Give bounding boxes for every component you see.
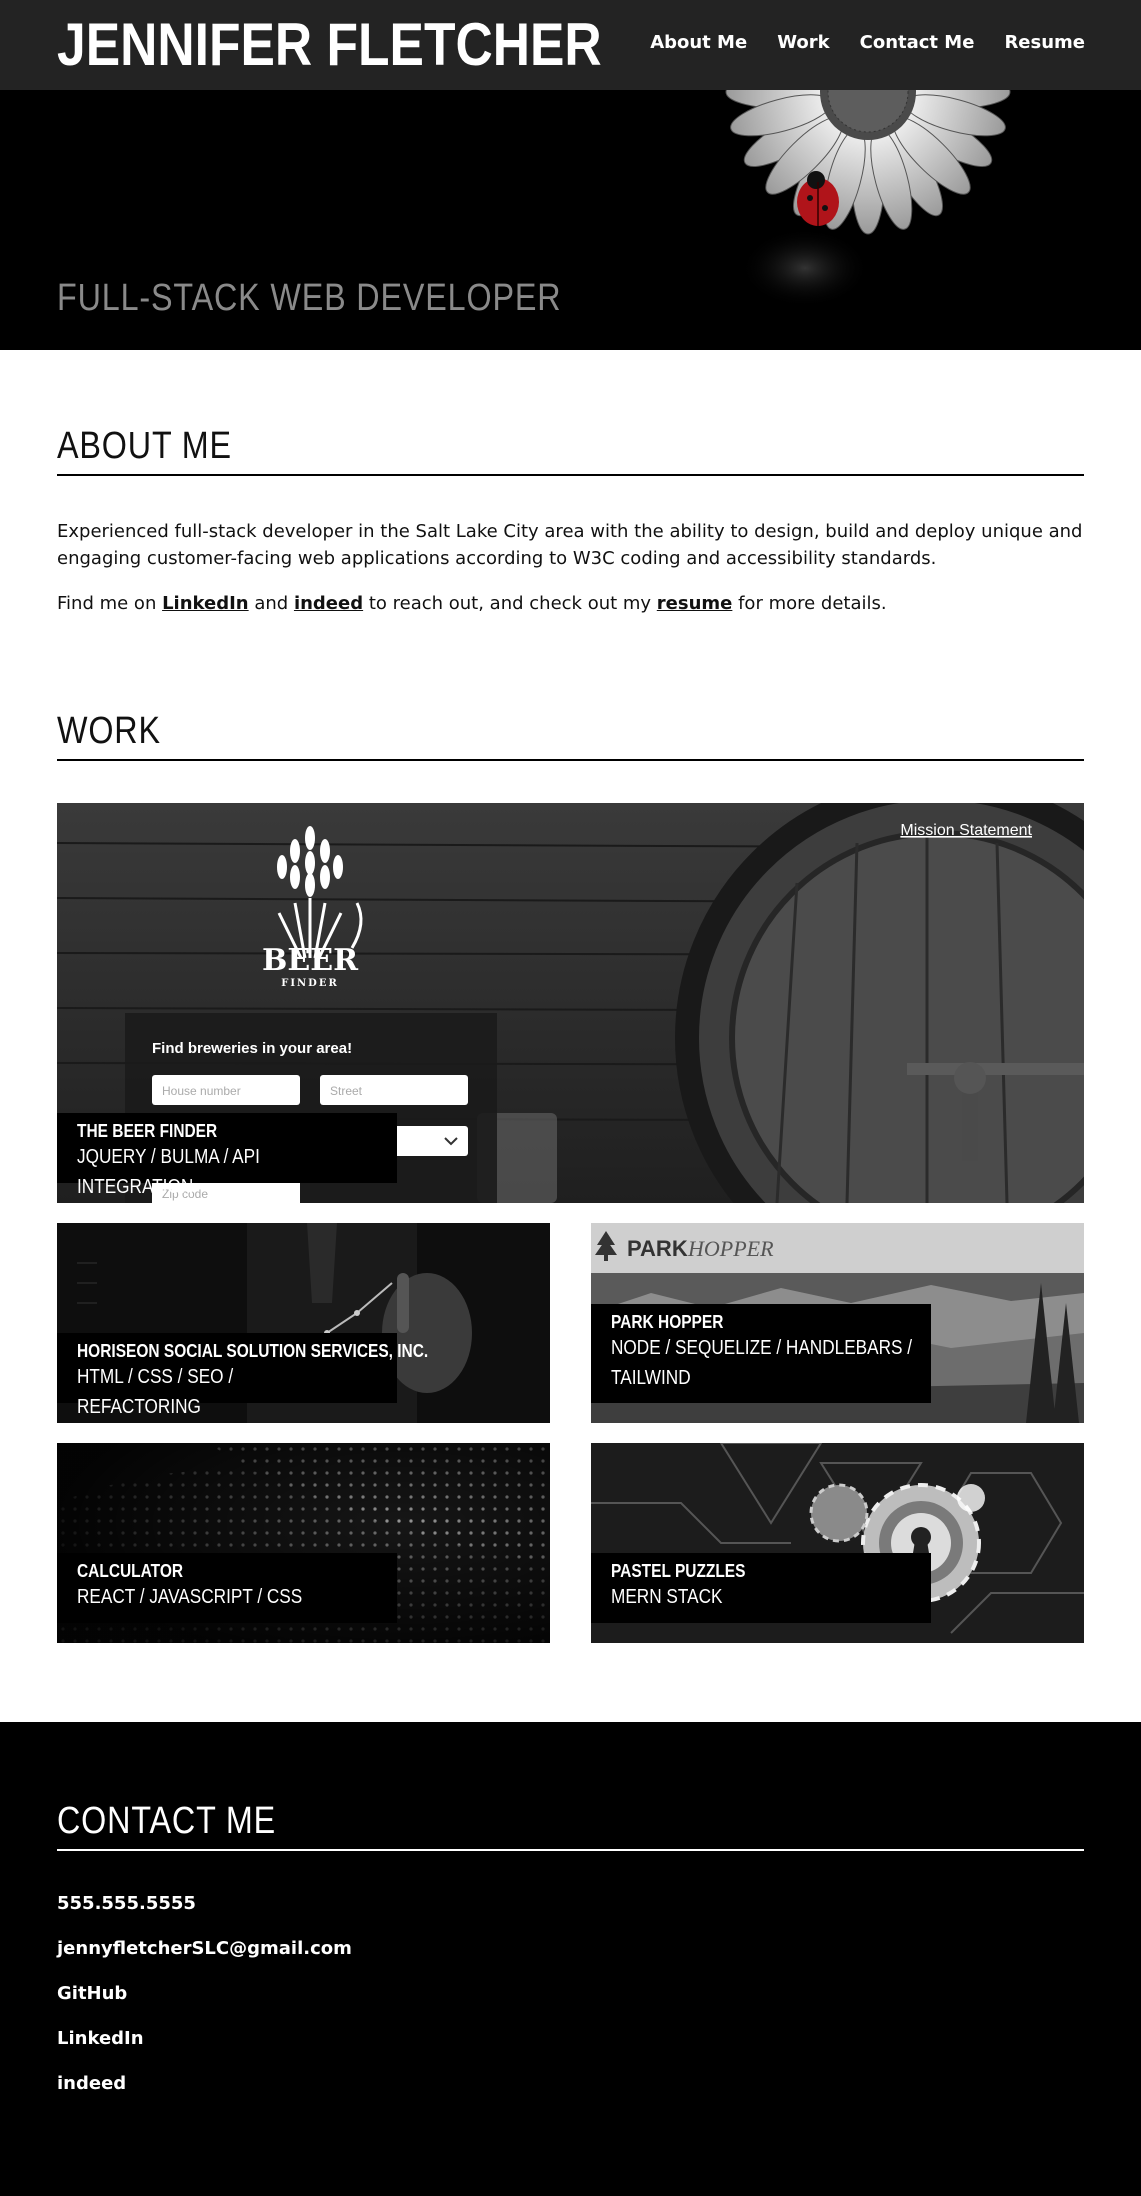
nav-contact-me[interactable]: Contact Me [860,32,975,53]
project-title: HORISEON SOCIAL SOLUTION SERVICES, INC. [77,1341,429,1361]
contact-github-link[interactable]: GitHub [57,1983,127,2004]
about-links-paragraph: Find me on LinkedIn and indeed to reach … [57,590,1087,617]
hero-banner: FULL-STACK WEB DEVELOPER [0,90,1141,350]
beer-street-input: Street [330,1084,363,1098]
beer-house-input: House number [162,1084,241,1098]
project-tech: REACT / JAVASCRIPT / CSS [77,1586,303,1608]
project-caption: HORISEON SOCIAL SOLUTION SERVICES, INC. … [57,1333,429,1418]
contact-phone[interactable]: 555.555.5555 [57,1893,196,1914]
project-title: CALCULATOR [77,1561,184,1581]
contact-item: 555.555.5555 [57,1890,352,1935]
about-text-fragment: and [248,593,294,614]
project-caption: CALCULATOR REACT / JAVASCRIPT / CSS [57,1553,397,1623]
hero-subtitle: FULL-STACK WEB DEVELOPER [57,277,562,319]
nav-resume[interactable]: Resume [1004,32,1085,53]
about-indeed-link[interactable]: indeed [294,593,363,614]
contact-item: jennyfletcherSLC@gmail.com [57,1935,352,1980]
about-linkedin-link[interactable]: LinkedIn [162,593,249,614]
contact-item: LinkedIn [57,2025,352,2070]
project-title: PARK HOPPER [611,1312,724,1332]
project-caption: THE BEER FINDER JQUERY / BULMA / API INT… [57,1113,397,1198]
project-tech: JQUERY / BULMA / API INTEGRATION [77,1146,260,1198]
about-text-fragment: Find me on [57,593,163,614]
site-name: JENNIFER FLETCHER [57,11,602,78]
work-title: WORK [57,710,1084,761]
project-tech: NODE / SEQUELIZE / HANDLEBARS / TAILWIND [611,1337,913,1389]
park-logo-text: PARK [627,1236,688,1261]
about-paragraph: Experienced full-stack developer in the … [57,521,1083,569]
project-title: THE BEER FINDER [77,1121,218,1141]
contact-email[interactable]: jennyfletcherSLC@gmail.com [57,1938,352,1959]
project-caption: PARK HOPPER NODE / SEQUELIZE / HANDLEBAR… [591,1304,931,1403]
nav-about-me[interactable]: About Me [650,32,747,53]
about-text-fragment: to reach out, and check out my [363,593,657,614]
site-header: JENNIFER FLETCHER About Me Work Contact … [0,0,1141,90]
mission-statement-link: Mission Statement [900,822,1032,839]
project-card-calculator[interactable]: CALCULATOR REACT / JAVASCRIPT / CSS [57,1443,550,1643]
beer-logo-text: BEER [262,943,359,978]
contact-item: indeed [57,2070,352,2115]
about-text-fragment: for more details. [732,593,887,614]
main-nav: About Me Work Contact Me Resume [650,32,1085,53]
nav-work[interactable]: Work [777,32,829,53]
project-card-pastel-puzzles[interactable]: PASTEL PUZZLES MERN STACK [591,1443,1084,1643]
project-tech: MERN STACK [611,1586,723,1608]
project-tech: HTML / CSS / SEO / REFACTORING [77,1366,234,1418]
project-title: PASTEL PUZZLES [611,1561,746,1581]
project-card-horiseon[interactable]: HORISEON SOCIAL SOLUTION SERVICES, INC. … [57,1223,550,1423]
project-card-beer-finder[interactable]: BEER FINDER Find breweries in your area!… [57,803,1084,1203]
contact-list: 555.555.5555 jennyfletcherSLC@gmail.com … [57,1890,352,2115]
beer-form-heading: Find breweries in your area! [152,1040,352,1057]
contact-section: CONTACT ME 555.555.5555 jennyfletcherSLC… [0,1722,1141,2196]
contact-title: CONTACT ME [57,1800,1084,1851]
hopper-logo-text: HOPPER [687,1236,774,1261]
project-caption: PASTEL PUZZLES MERN STACK [591,1553,931,1623]
contact-item: GitHub [57,1980,352,2025]
about-resume-link[interactable]: resume [657,593,733,614]
beer-logo-subtext: FINDER [281,978,339,989]
contact-indeed-link[interactable]: indeed [57,2073,126,2094]
about-title: ABOUT ME [57,425,1084,476]
project-card-park-hopper[interactable]: PARK HOPPER PARK HOPPER NODE / SEQUELIZE… [591,1223,1084,1423]
contact-linkedin-link[interactable]: LinkedIn [57,2028,144,2049]
